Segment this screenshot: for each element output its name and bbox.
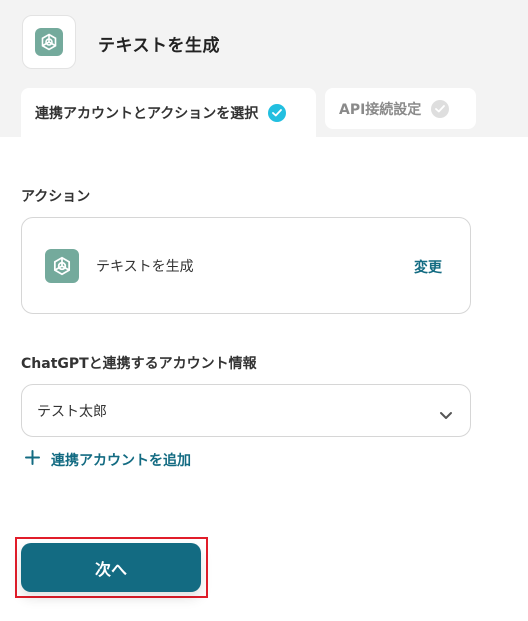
selected-account: テスト太郎 xyxy=(37,404,107,420)
chevron-down-icon xyxy=(439,405,453,424)
openai-icon xyxy=(35,28,63,56)
account-select[interactable]: テスト太郎 xyxy=(21,384,471,437)
add-account-link[interactable]: 連携アカウントを追加 xyxy=(24,449,191,470)
tab-api-settings[interactable]: API接続設定 xyxy=(325,88,476,129)
header: テキストを生成 連携アカウントとアクションを選択 API接続設定 xyxy=(0,0,528,137)
tab-label: API接続設定 xyxy=(339,101,422,118)
plus-icon xyxy=(24,449,41,470)
check-icon xyxy=(268,103,287,122)
add-account-label: 連携アカウントを追加 xyxy=(51,452,191,469)
action-card: テキストを生成 変更 xyxy=(21,217,471,314)
app-icon-container xyxy=(22,15,76,69)
page-title: テキストを生成 xyxy=(98,36,220,56)
action-section-label: アクション xyxy=(21,189,91,205)
openai-icon xyxy=(45,249,79,283)
tab-account-action[interactable]: 連携アカウントとアクションを選択 xyxy=(21,88,316,137)
check-icon xyxy=(431,99,450,118)
change-action-button[interactable]: 変更 xyxy=(414,257,442,277)
next-button[interactable]: 次へ xyxy=(21,543,201,592)
account-section-label: ChatGPTと連携するアカウント情報 xyxy=(21,356,257,372)
action-name: テキストを生成 xyxy=(96,259,194,275)
tab-label: 連携アカウントとアクションを選択 xyxy=(35,105,259,122)
